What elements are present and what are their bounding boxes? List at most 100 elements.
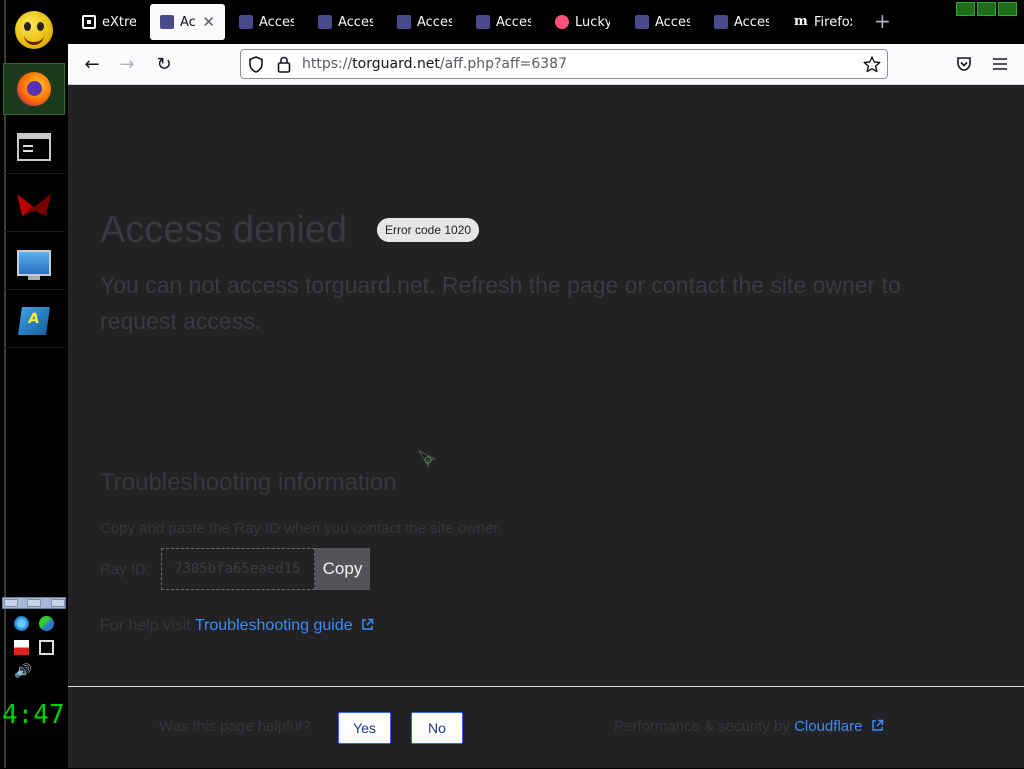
start-button[interactable]	[3, 4, 65, 56]
browser-tab-label: Access	[734, 14, 769, 30]
copy-button[interactable]: Copy	[315, 548, 370, 590]
close-tab-icon[interactable]: ✕	[202, 13, 215, 31]
taskbar-display[interactable]	[3, 237, 65, 290]
url-path: /aff.php?aff=6387	[439, 56, 567, 72]
browser-tab-label: Access	[259, 14, 294, 30]
lock-icon[interactable]	[277, 56, 291, 73]
page-title: Access denied	[100, 209, 348, 251]
firefox-icon	[17, 72, 51, 106]
url-host: torguard.net	[352, 56, 440, 72]
browser-tab[interactable]: Access	[704, 4, 779, 40]
menu-icon[interactable]	[992, 57, 1008, 71]
taskbar-scrollbar[interactable]	[2, 597, 66, 609]
m-tab-icon: m	[794, 14, 808, 29]
help-line: For help visit Troubleshooting guide	[100, 617, 374, 635]
tray-row-2	[14, 640, 62, 655]
access-tab-icon	[239, 15, 253, 29]
external-link-icon	[362, 618, 374, 630]
browser-tab[interactable]: Access	[308, 4, 383, 40]
tray-row-3: 🔊	[14, 664, 62, 679]
performance-prefix: Performance & security by	[614, 718, 790, 735]
tracking-shield-icon[interactable]	[248, 56, 264, 73]
internet-icon[interactable]	[39, 616, 54, 631]
forward-button[interactable]: →	[115, 52, 139, 76]
window-switch-icon[interactable]	[39, 640, 54, 655]
browser-tab-label: Access	[655, 14, 690, 30]
taskbar-clock[interactable]: 4:47 I	[2, 700, 68, 730]
yes-button[interactable]: Yes	[338, 712, 391, 744]
monitor-icon	[17, 250, 51, 280]
access-tab-icon	[160, 15, 174, 29]
browser-tab-label: Access	[417, 14, 452, 30]
volume-icon[interactable]: 🔊	[14, 664, 30, 679]
maximize-button[interactable]	[977, 2, 996, 16]
feedback-footer: Was this page helpful? Yes No Performanc…	[68, 686, 1024, 769]
external-link-icon	[871, 719, 883, 731]
error-code-badge: Error code 1020	[377, 218, 480, 242]
ray-id-row: Ray ID: 7305bfa65eaed15 Copy	[100, 548, 370, 590]
back-button[interactable]: ←	[80, 52, 104, 76]
cloudflare-link-text: Cloudflare	[794, 718, 863, 735]
troubleshooting-guide-link[interactable]: Troubleshooting guide	[195, 617, 374, 634]
new-tab-button[interactable]: +	[874, 9, 891, 33]
browser-tab[interactable]: eXtrem	[72, 4, 146, 40]
url-bar[interactable]: https://torguard.net/aff.php?aff=6387	[240, 49, 888, 79]
browser-tab[interactable]: Access	[229, 4, 304, 40]
browser-tab-label: Firefox	[814, 14, 852, 30]
troubleshooting-heading: Troubleshooting information	[100, 469, 397, 496]
window-controls	[956, 2, 1017, 16]
browser-tab[interactable]: Acc ✕	[150, 4, 225, 40]
browser-tab[interactable]: Access	[387, 4, 462, 40]
access-tab-icon	[318, 15, 332, 29]
performance-credit: Performance & security by Cloudflare	[614, 718, 884, 735]
copy-instruction: Copy and paste the Ray ID when you conta…	[100, 520, 502, 537]
flag-alert-icon[interactable]	[14, 640, 29, 655]
network-globe-icon[interactable]	[14, 616, 29, 631]
cloudflare-link[interactable]: Cloudflare	[794, 718, 884, 735]
browser-tab-label: Access	[338, 14, 373, 30]
access-tab-icon	[635, 15, 649, 29]
browser-tab[interactable]: Access	[625, 4, 700, 40]
mouse-cursor-icon	[418, 450, 436, 468]
reload-button[interactable]: ↻	[152, 52, 176, 76]
access-tab-icon	[397, 15, 411, 29]
close-window-button[interactable]	[998, 2, 1017, 16]
browser-tab[interactable]: Access	[466, 4, 541, 40]
winged-emblem-icon	[17, 194, 51, 216]
taskbar-firefox[interactable]	[3, 63, 65, 115]
heart-tab-icon	[555, 15, 569, 29]
taskbar: 🔊 4:47 I	[0, 0, 68, 768]
taskbar-terminal[interactable]	[3, 121, 65, 174]
access-tab-icon	[714, 15, 728, 29]
scroll-thumb[interactable]	[27, 599, 41, 607]
taskbar-editor[interactable]	[3, 295, 65, 348]
url-text: https://torguard.net/aff.php?aff=6387	[302, 56, 567, 72]
navigation-bar: ← → ↻ https://torguard.net/aff.php?aff=6…	[68, 44, 1024, 85]
ray-id-label: Ray ID:	[100, 560, 151, 578]
help-prefix: For help visit	[100, 617, 191, 634]
taskbar-edge	[4, 0, 6, 768]
browser-tab-label: Access	[496, 14, 531, 30]
troubleshooting-guide-text: Troubleshooting guide	[194, 617, 353, 634]
tab-bar: eXtrem Acc ✕ Access Access Access Access LuckyC…	[68, 0, 1024, 44]
taskbar-winged-app[interactable]	[3, 179, 65, 232]
smiley-icon	[15, 11, 53, 49]
shield-tab-icon	[82, 15, 96, 29]
url-prefix: https://	[302, 56, 353, 72]
pocket-icon[interactable]	[956, 56, 972, 72]
helpful-question: Was this page helpful?	[159, 718, 311, 735]
browser-tab[interactable]: m Firefox	[784, 4, 862, 40]
bookmark-star-icon[interactable]	[863, 56, 881, 73]
tray-row-1	[14, 616, 62, 631]
terminal-icon	[17, 133, 51, 161]
scroll-left-icon[interactable]	[4, 599, 18, 607]
scroll-right-icon[interactable]	[51, 599, 65, 607]
no-button[interactable]: No	[411, 712, 463, 744]
browser-tab-label: eXtrem	[102, 14, 136, 30]
access-tab-icon	[476, 15, 490, 29]
denied-message: You can not access torguard.net. Refresh…	[100, 272, 901, 334]
minimize-button[interactable]	[956, 2, 975, 16]
browser-tab[interactable]: LuckyC	[545, 4, 620, 40]
ray-id-field[interactable]: 7305bfa65eaed15	[161, 548, 315, 590]
browser-tab-label: LuckyC	[575, 14, 610, 30]
